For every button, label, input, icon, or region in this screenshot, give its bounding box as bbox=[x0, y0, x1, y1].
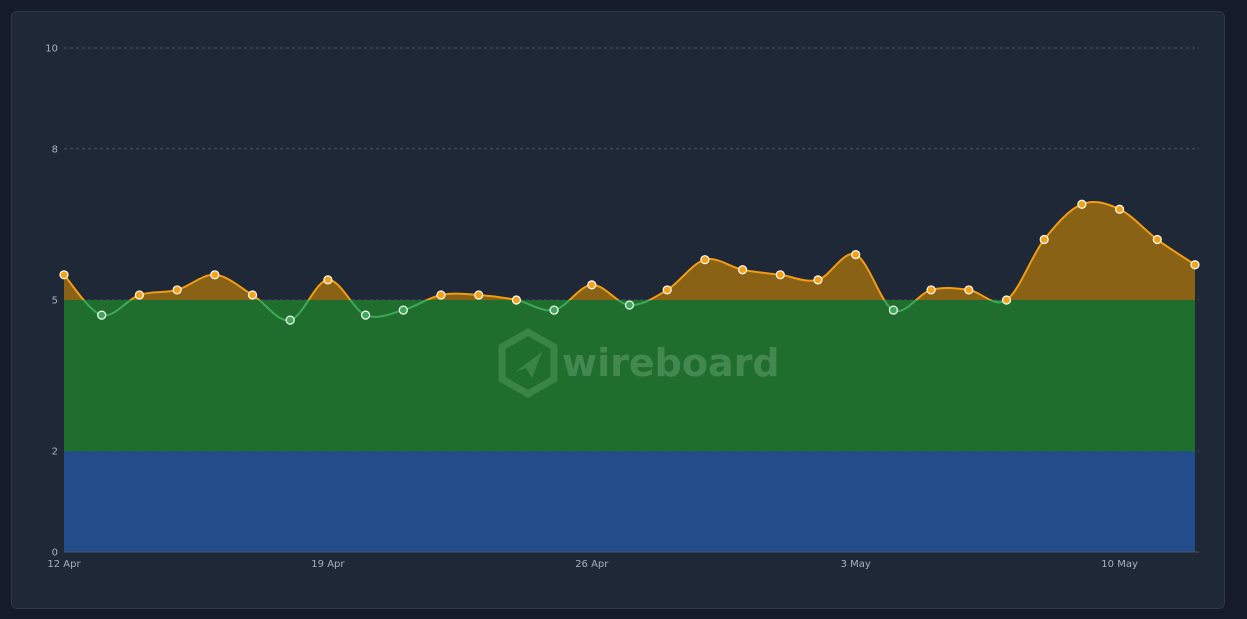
data-point[interactable] bbox=[247, 290, 258, 300]
band-series-1 bbox=[64, 451, 1195, 552]
data-point[interactable] bbox=[1152, 234, 1162, 245]
data-point[interactable] bbox=[1039, 234, 1049, 245]
data-point[interactable] bbox=[964, 285, 974, 295]
x-tick-label: 3 May bbox=[841, 559, 871, 570]
data-point[interactable] bbox=[323, 275, 333, 285]
data-point[interactable] bbox=[737, 265, 748, 275]
x-tick-label: 12 Apr bbox=[47, 559, 81, 570]
data-point[interactable] bbox=[398, 305, 408, 315]
data-point[interactable] bbox=[888, 305, 899, 315]
data-point[interactable] bbox=[587, 280, 597, 290]
chart-card: wireboard 0 2 5 8 10 12 Apr 19 Apr 26 Apr 3 May 1… bbox=[11, 11, 1225, 609]
y-tick-label: 10 bbox=[45, 44, 58, 55]
x-tick-label: 10 May bbox=[1101, 559, 1138, 570]
y-tick-label: 2 bbox=[52, 447, 58, 458]
y-tick-label: 5 bbox=[52, 296, 58, 307]
data-point[interactable] bbox=[624, 300, 635, 310]
y-tick-label: 0 bbox=[52, 548, 58, 559]
data-point[interactable] bbox=[361, 310, 371, 320]
data-point[interactable] bbox=[813, 275, 823, 285]
data-point[interactable] bbox=[59, 270, 69, 280]
data-point[interactable] bbox=[474, 290, 484, 300]
x-tick-label: 26 Apr bbox=[575, 559, 609, 570]
data-point[interactable] bbox=[436, 290, 446, 300]
y-tick-label: 8 bbox=[52, 144, 58, 155]
data-point[interactable] bbox=[662, 285, 672, 295]
data-point[interactable] bbox=[285, 315, 295, 325]
data-point[interactable] bbox=[97, 310, 107, 320]
data-point[interactable] bbox=[1114, 204, 1125, 214]
data-point[interactable] bbox=[926, 285, 936, 295]
data-point[interactable] bbox=[775, 270, 785, 280]
data-point[interactable] bbox=[549, 305, 559, 315]
data-point[interactable] bbox=[851, 250, 861, 260]
watermark-text: wireboard bbox=[562, 341, 780, 385]
data-point[interactable] bbox=[172, 285, 182, 295]
data-point[interactable] bbox=[1077, 199, 1087, 209]
area-chart: wireboard 0 2 5 8 10 12 Apr 19 Apr 26 Apr 3 May 1… bbox=[45, 44, 1200, 570]
data-point[interactable] bbox=[511, 295, 521, 305]
data-point[interactable] bbox=[1190, 260, 1200, 270]
x-tick-label: 19 Apr bbox=[311, 559, 345, 570]
data-point[interactable] bbox=[134, 290, 145, 300]
data-point[interactable] bbox=[700, 255, 710, 265]
data-point[interactable] bbox=[1001, 295, 1012, 305]
data-point[interactable] bbox=[210, 270, 220, 280]
